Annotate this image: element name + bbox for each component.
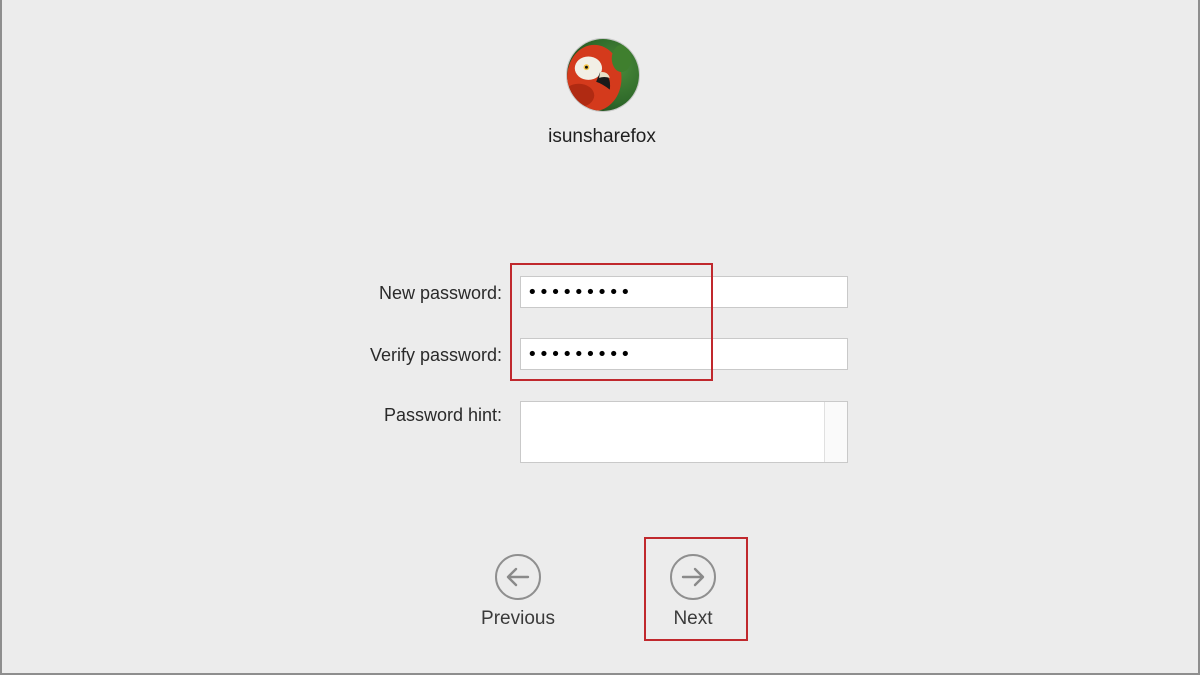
password-hint-box <box>520 401 848 463</box>
arrow-left-icon <box>495 554 541 600</box>
parrot-avatar-icon <box>566 38 640 112</box>
username-label: isunsharefox <box>548 126 656 147</box>
new-password-input[interactable] <box>520 276 848 308</box>
arrow-right-icon <box>670 554 716 600</box>
previous-label: Previous <box>481 608 555 629</box>
previous-button[interactable]: Previous <box>468 554 568 644</box>
verify-password-input[interactable] <box>520 338 848 370</box>
password-hint-scrollbar[interactable] <box>824 402 847 462</box>
password-hint-label: Password hint: <box>383 405 502 425</box>
next-label: Next <box>673 608 713 629</box>
next-button[interactable]: Next <box>643 554 743 644</box>
password-hint-input[interactable] <box>521 402 825 462</box>
password-reset-window: isunsharefox New password: Verify passwo… <box>0 0 1200 675</box>
new-password-label: New password: <box>378 283 502 303</box>
verify-password-label: Verify password: <box>369 345 502 365</box>
